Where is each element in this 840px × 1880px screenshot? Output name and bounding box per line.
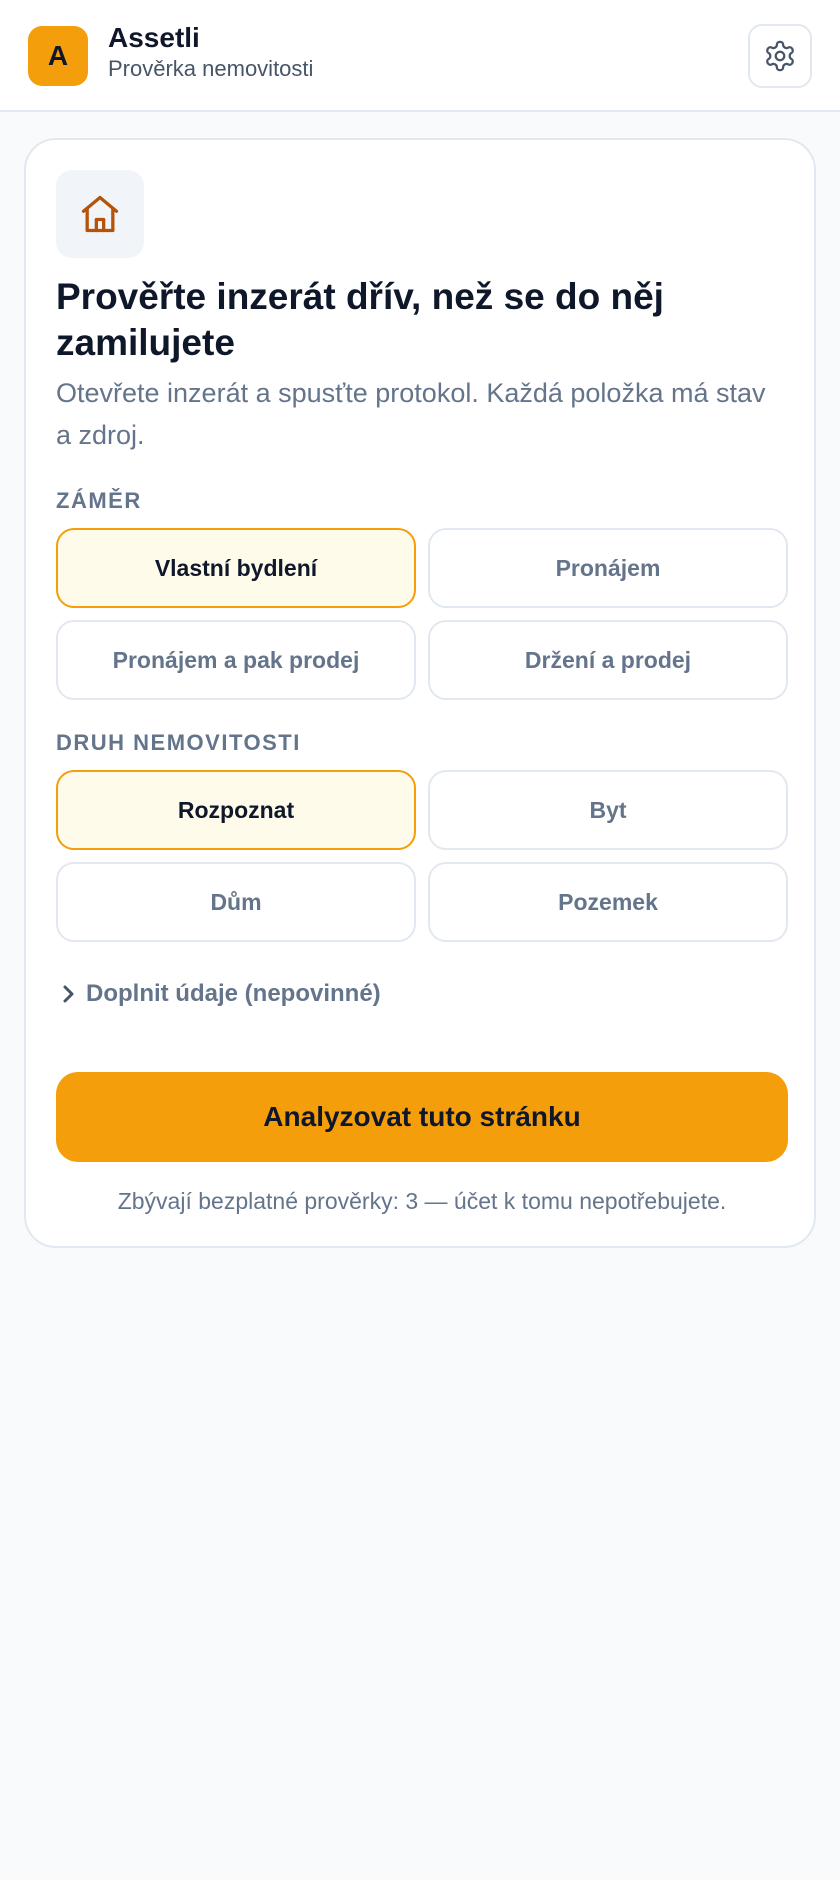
home-icon xyxy=(81,195,119,233)
property-type-option-flat[interactable]: Byt xyxy=(428,770,788,850)
gear-icon xyxy=(766,40,794,72)
property-type-option-house[interactable]: Dům xyxy=(56,862,416,942)
analyze-page-button[interactable]: Analyzovat tuto stránku xyxy=(56,1072,788,1162)
optional-details-label: Doplnit údaje (nepovinné) xyxy=(86,980,381,1007)
optional-details-toggle[interactable]: Doplnit údaje (nepovinné) xyxy=(56,980,381,1008)
page-description: Otevřete inzerát a spusťte protokol. Kaž… xyxy=(56,378,766,450)
app-name: Assetli xyxy=(108,22,200,53)
intent-option-rental[interactable]: Pronájem xyxy=(428,528,788,608)
app-header: A Assetli Prověrka nemovitosti xyxy=(0,0,840,112)
property-type-option-land[interactable]: Pozemek xyxy=(428,862,788,942)
app-subtitle: Prověrka nemovitosti xyxy=(108,56,314,81)
free-checks-note: Zbývají bezplatné prověrky: 3 — účet k t… xyxy=(117,1188,727,1214)
intent-option-hold-and-sell[interactable]: Držení a prodej xyxy=(428,620,788,700)
chevron-right-icon xyxy=(63,985,74,1003)
page-title: Prověřte inzerát dřív, než se do něj zam… xyxy=(56,276,664,363)
settings-button[interactable] xyxy=(748,24,812,88)
check-card: Prověřte inzerát dřív, než se do něj zam… xyxy=(24,138,816,1248)
property-type-label: DRUH NEMOVITOSTI xyxy=(56,730,301,755)
intent-label: ZÁMĚR xyxy=(56,488,142,513)
home-icon-tile xyxy=(56,170,144,258)
intent-option-rental-then-sale[interactable]: Pronájem a pak prodej xyxy=(56,620,416,700)
intent-option-own-housing[interactable]: Vlastní bydlení xyxy=(56,528,416,608)
app-logo: A xyxy=(28,26,88,86)
property-type-option-detect[interactable]: Rozpoznat xyxy=(56,770,416,850)
